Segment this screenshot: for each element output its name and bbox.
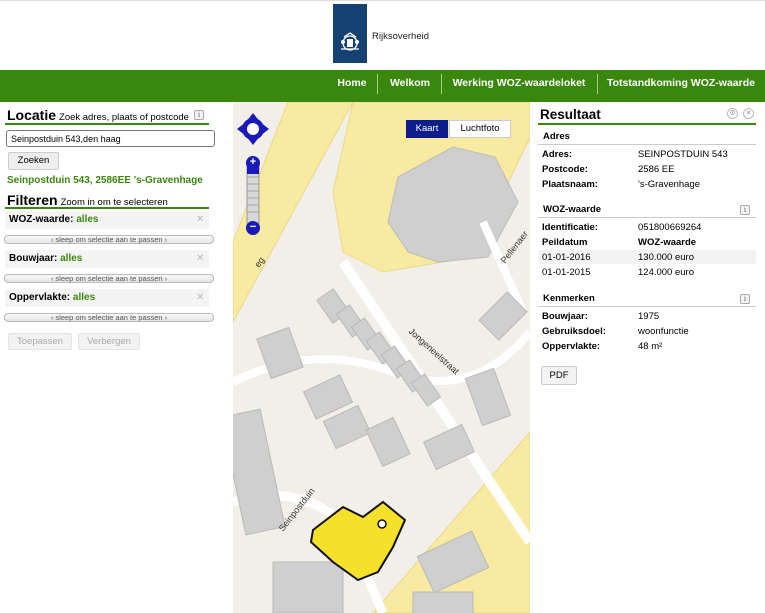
woz-info-icon[interactable]: i: [740, 205, 750, 215]
clear-filter-bouwjaar-icon[interactable]: ✕: [196, 254, 205, 264]
woz-waarde-column-header: WOZ-waarde: [638, 237, 697, 248]
nav-welkom[interactable]: Welkom: [380, 70, 440, 102]
search-result-address[interactable]: Seinpostduin 543, 2586EE 's-Gravenhage: [7, 175, 203, 186]
filter-woz-label: WOZ-waarde: alles: [9, 214, 98, 225]
close-panel-icon[interactable]: ✕: [743, 108, 754, 119]
plaatsnaam-label: Plaatsnaam:: [542, 179, 598, 190]
adres-heading: Adres: [543, 131, 570, 142]
locatie-heading: Locatie Zoek adres, plaats of postcode: [7, 107, 189, 123]
toepassen-button[interactable]: Toepassen: [8, 333, 72, 350]
kenmerken-heading: Kenmerken: [543, 293, 595, 304]
locatie-divider: [5, 123, 209, 125]
locatie-info-icon[interactable]: i: [194, 110, 204, 120]
bouwjaar-label: Bouwjaar:: [542, 311, 588, 322]
locatie-subtitle: Zoek adres, plaats of postcode: [59, 112, 189, 123]
filteren-heading: Filteren Zoom in om te selecteren: [7, 192, 168, 208]
site-header: Rijksoverheid: [0, 0, 765, 70]
woz-row-value: 124.000 euro: [638, 267, 694, 278]
filter-bouwjaar-label: Bouwjaar: alles: [9, 253, 82, 264]
verbergen-button[interactable]: Verbergen: [78, 333, 140, 350]
plaatsnaam-value: 's-Gravenhage: [638, 179, 701, 190]
filter-bouwjaar-name: Bouwjaar:: [9, 253, 58, 264]
woz-row-date: 01-01-2016: [542, 252, 591, 263]
oppervlakte-value: 48 m²: [638, 341, 663, 352]
oppervlakte-label: Oppervlakte:: [542, 341, 601, 352]
main-navigation: Home Welkom Werking WOZ-waardeloket Tots…: [0, 70, 765, 102]
woz-heading: WOZ-waarde: [543, 204, 602, 215]
resultaat-divider: [538, 123, 756, 125]
woz-row-date: 01-01-2015: [542, 267, 591, 278]
filter-oppervlakte-name: Oppervlakte:: [9, 292, 71, 303]
divider: [538, 144, 756, 145]
adres-label: Adres:: [542, 149, 573, 160]
divider: [538, 306, 756, 307]
nav-totstandkoming-woz-waarde[interactable]: Totstandkoming WOZ-waarde: [600, 70, 762, 102]
postcode-value: 2586 EE: [638, 164, 675, 175]
filter-woz-value: alles: [76, 214, 99, 225]
filter-woz-name: WOZ-waarde:: [9, 214, 74, 225]
filteren-title: Filteren: [7, 192, 58, 208]
divider: [538, 217, 756, 218]
gebruiksdoel-value: woonfunctie: [638, 326, 689, 337]
clear-filter-oppervlakte-icon[interactable]: ✕: [196, 293, 205, 303]
zoeken-button[interactable]: Zoeken: [8, 152, 59, 170]
kenmerken-info-icon[interactable]: i: [740, 294, 750, 304]
locatie-title: Locatie: [7, 107, 57, 123]
peildatum-column-header: Peildatum: [542, 237, 588, 248]
zoom-in-label[interactable]: +: [247, 155, 259, 169]
settings-gear-icon[interactable]: ⚙: [727, 108, 738, 119]
bouwjaar-range-slider[interactable]: ‹ sleep om selectie aan te passen ›: [4, 274, 214, 283]
map-toggle-kaart[interactable]: Kaart: [406, 120, 448, 138]
logo-text: Rijksoverheid: [372, 31, 430, 42]
adres-value: SEINPOSTDUIN 543: [638, 149, 728, 160]
rijksoverheid-logo-icon: [333, 4, 367, 63]
map-canvas: Jongeneelstraat Seinpostduin Pellenaer e…: [233, 102, 530, 613]
map-view[interactable]: Jongeneelstraat Seinpostduin Pellenaer e…: [233, 102, 530, 613]
filter-bouwjaar-value: alles: [60, 253, 83, 264]
nav-home[interactable]: Home: [328, 70, 376, 102]
postcode-label: Postcode:: [542, 164, 588, 175]
zoom-out-label[interactable]: −: [247, 220, 259, 234]
identificatie-value: 051800669264: [638, 222, 702, 233]
nav-divider: [377, 74, 378, 94]
gebruiksdoel-label: Gebruiksdoel:: [542, 326, 606, 337]
identificatie-label: Identificatie:: [542, 222, 598, 233]
nav-divider: [441, 74, 442, 94]
clear-filter-woz-icon[interactable]: ✕: [196, 215, 205, 225]
resultaat-title: Resultaat: [540, 107, 601, 122]
filteren-divider: [5, 207, 209, 209]
pdf-button[interactable]: PDF: [541, 366, 577, 385]
filter-oppervlakte-label: Oppervlakte: alles: [9, 292, 95, 303]
location-search-input[interactable]: [6, 130, 215, 147]
filter-oppervlakte-value: alles: [72, 292, 96, 303]
nav-werking-woz-waardeloket[interactable]: Werking WOZ-waardeloket: [444, 70, 594, 102]
woz-row-value: 130.000 euro: [638, 252, 694, 263]
nav-divider: [597, 74, 598, 94]
oppervlakte-range-slider[interactable]: ‹ sleep om selectie aan te passen ›: [4, 313, 214, 322]
bouwjaar-value: 1975: [638, 311, 660, 322]
woz-range-slider[interactable]: ‹ sleep om selectie aan te passen ›: [4, 235, 214, 244]
map-toggle-luchtfoto[interactable]: Luchtfoto: [449, 120, 511, 138]
